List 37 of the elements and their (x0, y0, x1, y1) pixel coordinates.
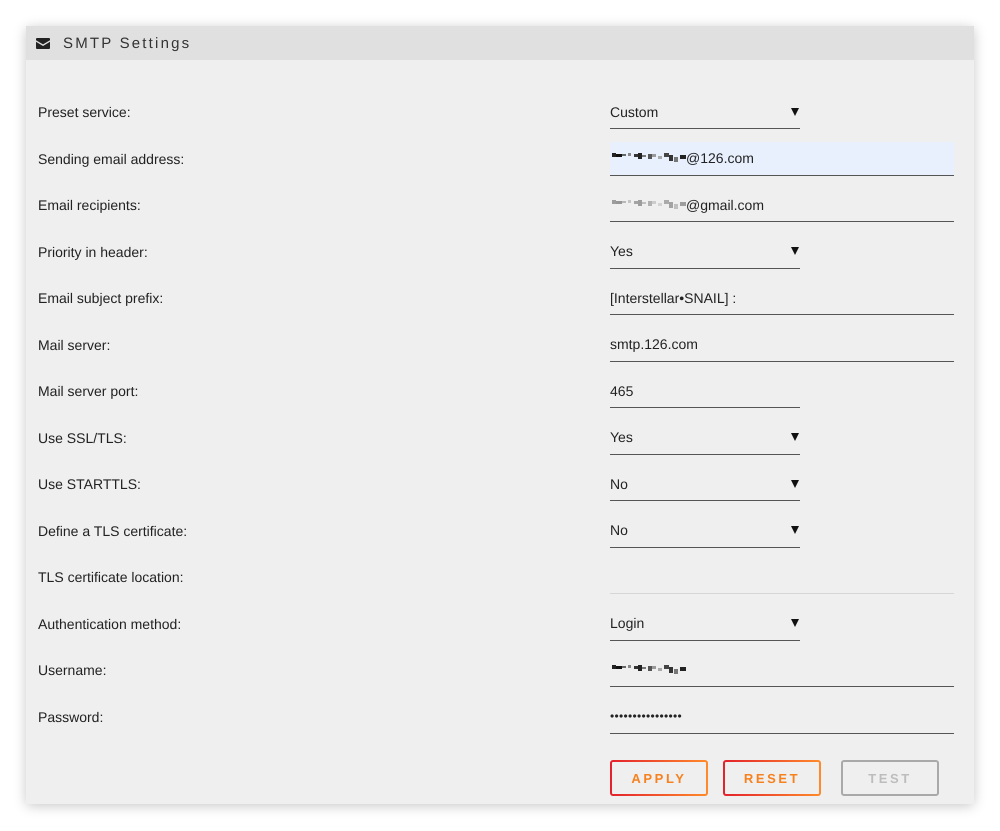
dropdown-select[interactable]: Yes (610, 234, 800, 268)
field-label: Define a TLS certificate: (38, 522, 188, 538)
field-label: Email recipients: (38, 197, 141, 213)
dropdown-select[interactable]: Login (610, 606, 800, 640)
field-label: Email subject prefix: (38, 290, 164, 306)
caret-down-icon (791, 433, 799, 441)
field-label: TLS certificate location: (38, 569, 184, 585)
field-label: Username: (38, 662, 106, 678)
field-label: Sending email address: (38, 150, 184, 166)
envelope-icon (36, 38, 50, 48)
field-label: Use SSL/TLS: (38, 430, 127, 446)
pixelated-redaction-icon (612, 153, 686, 163)
dropdown-select[interactable]: No (610, 514, 800, 548)
field-label: Preset service: (38, 104, 131, 120)
dropdown-select[interactable]: Yes (610, 420, 800, 454)
caret-down-icon (791, 619, 799, 627)
panel-title: SMTP Settings (63, 34, 192, 52)
text-input[interactable]: smtp.126.com (610, 328, 954, 362)
field-label: Password: (38, 708, 104, 724)
password-input[interactable]: •••••••••••••••• (610, 700, 954, 734)
text-input[interactable]: [Interstellar•SNAIL] : (610, 281, 954, 315)
text-input[interactable]: @126.com (610, 142, 954, 176)
caret-down-icon (791, 108, 799, 116)
dropdown-select[interactable]: No (610, 467, 800, 501)
dropdown-select[interactable]: Custom (610, 95, 800, 129)
field-label: Authentication method: (38, 616, 182, 632)
field-label: Mail server port: (38, 383, 138, 399)
field-label: Mail server: (38, 336, 110, 352)
caret-down-icon (791, 526, 799, 534)
pixelated-redaction-icon (612, 200, 686, 210)
number-input[interactable]: 465 (610, 374, 800, 408)
caret-down-icon (791, 480, 799, 488)
field-label: Priority in header: (38, 244, 148, 260)
text-input[interactable]: @gmail.com (610, 188, 954, 222)
pixelated-redaction-icon (612, 664, 686, 674)
caret-down-icon (791, 247, 799, 255)
field-label: Use STARTTLS: (38, 476, 141, 492)
